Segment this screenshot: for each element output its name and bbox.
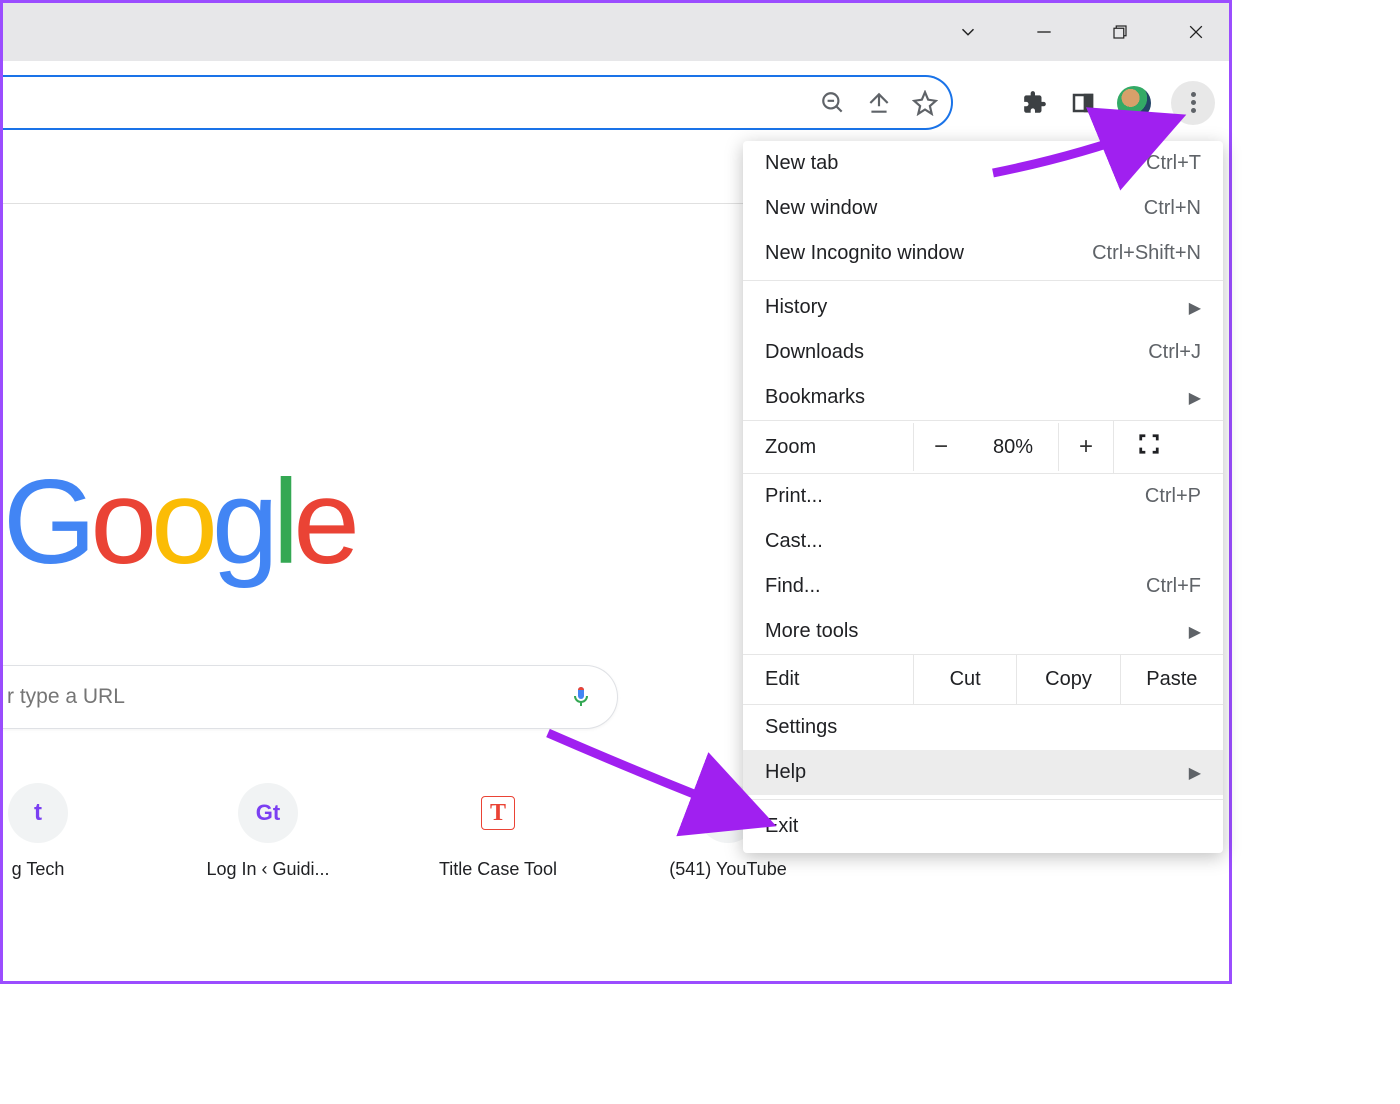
logo-letter: l (273, 455, 294, 589)
menu-edit-row: Edit Cut Copy Paste (743, 654, 1223, 705)
logo-letter: o (151, 455, 212, 589)
search-input[interactable]: r type a URL (3, 665, 618, 729)
profile-avatar[interactable] (1117, 86, 1151, 120)
shortcut-icon: T (481, 796, 515, 830)
menu-label: Find... (765, 575, 821, 598)
menu-separator (743, 280, 1223, 281)
menu-exit[interactable]: Exit (743, 804, 1223, 849)
zoom-out-icon[interactable] (819, 89, 847, 117)
menu-label: New Incognito window (765, 242, 964, 265)
menu-incognito[interactable]: New Incognito window Ctrl+Shift+N (743, 231, 1223, 276)
menu-new-tab[interactable]: New tab Ctrl+T (743, 141, 1223, 186)
edit-copy-button[interactable]: Copy (1016, 655, 1119, 704)
browser-toolbar (3, 61, 1229, 139)
share-icon[interactable] (865, 89, 893, 117)
google-logo: Google (3, 453, 354, 591)
logo-letter: g (212, 455, 273, 589)
zoom-value: 80% (968, 426, 1058, 469)
submenu-arrow-icon: ▶ (1189, 622, 1201, 642)
shortcut-item[interactable]: Gt Log In ‹ Guidi... (193, 783, 343, 880)
maximize-button[interactable] (1097, 12, 1143, 52)
edit-paste-button[interactable]: Paste (1120, 655, 1223, 704)
shortcut-label: Log In ‹ Guidi... (206, 859, 329, 880)
fullscreen-button[interactable] (1113, 421, 1183, 473)
zoom-out-button[interactable]: − (913, 423, 968, 471)
menu-print[interactable]: Print... Ctrl+P (743, 474, 1223, 519)
edit-cut-button[interactable]: Cut (913, 655, 1016, 704)
menu-bookmarks[interactable]: Bookmarks ▶ (743, 375, 1223, 420)
menu-history[interactable]: History ▶ (743, 285, 1223, 330)
menu-cast[interactable]: Cast... (743, 519, 1223, 564)
menu-label: Exit (765, 815, 798, 838)
menu-shortcut: Ctrl+N (1144, 197, 1201, 220)
chrome-menu: New tab Ctrl+T New window Ctrl+N New Inc… (743, 141, 1223, 853)
logo-letter: o (90, 455, 151, 589)
menu-label: History (765, 296, 827, 319)
submenu-arrow-icon: ▶ (1189, 298, 1201, 318)
zoom-label: Zoom (743, 423, 913, 472)
address-bar[interactable] (3, 75, 953, 130)
shortcut-item[interactable]: T Title Case Tool (423, 783, 573, 880)
menu-label: Help (765, 761, 806, 784)
bookmark-star-icon[interactable] (911, 89, 939, 117)
submenu-arrow-icon: ▶ (1189, 763, 1201, 783)
menu-label: New tab (765, 152, 838, 175)
zoom-in-button[interactable]: + (1058, 423, 1113, 471)
mic-icon[interactable] (569, 685, 593, 709)
minimize-button[interactable] (1021, 12, 1067, 52)
extensions-icon[interactable] (1021, 89, 1049, 117)
shortcut-icon: t (8, 783, 68, 843)
menu-downloads[interactable]: Downloads Ctrl+J (743, 330, 1223, 375)
menu-help[interactable]: Help ▶ (743, 750, 1223, 795)
edit-label: Edit (743, 655, 913, 704)
logo-letter: e (293, 455, 354, 589)
shortcuts-row: t g Tech Gt Log In ‹ Guidi... T Title Ca… (0, 783, 803, 880)
menu-shortcut: Ctrl+Shift+N (1092, 242, 1201, 265)
menu-label: Downloads (765, 341, 864, 364)
shortcut-label: (541) YouTube (669, 859, 786, 880)
menu-label: Print... (765, 485, 823, 508)
close-button[interactable] (1173, 12, 1219, 52)
tab-dropdown-button[interactable] (945, 12, 991, 52)
shortcut-label: g Tech (12, 859, 65, 880)
menu-label: Cast... (765, 530, 823, 553)
sidepanel-icon[interactable] (1069, 89, 1097, 117)
submenu-arrow-icon: ▶ (1189, 388, 1201, 408)
shortcut-item[interactable]: t g Tech (0, 783, 113, 880)
menu-label: More tools (765, 620, 858, 643)
menu-label: New window (765, 197, 877, 220)
menu-zoom-row: Zoom − 80% + (743, 420, 1223, 474)
browser-window: Google r type a URL t g Tech Gt Log In ‹… (0, 0, 1232, 984)
menu-separator (743, 799, 1223, 800)
menu-find[interactable]: Find... Ctrl+F (743, 564, 1223, 609)
shortcut-label: Title Case Tool (439, 859, 557, 880)
menu-shortcut: Ctrl+F (1146, 575, 1201, 598)
menu-settings[interactable]: Settings (743, 705, 1223, 750)
more-menu-button[interactable] (1171, 81, 1215, 125)
menu-shortcut: Ctrl+P (1145, 485, 1201, 508)
menu-shortcut: Ctrl+J (1148, 341, 1201, 364)
header-divider (3, 203, 763, 204)
menu-more-tools[interactable]: More tools ▶ (743, 609, 1223, 654)
window-titlebar (3, 3, 1229, 61)
menu-shortcut: Ctrl+T (1146, 152, 1201, 175)
menu-label: Bookmarks (765, 386, 865, 409)
shortcut-icon: Gt (238, 783, 298, 843)
logo-letter: G (3, 455, 90, 589)
search-placeholder: r type a URL (7, 685, 569, 709)
menu-label: Settings (765, 716, 837, 739)
menu-new-window[interactable]: New window Ctrl+N (743, 186, 1223, 231)
